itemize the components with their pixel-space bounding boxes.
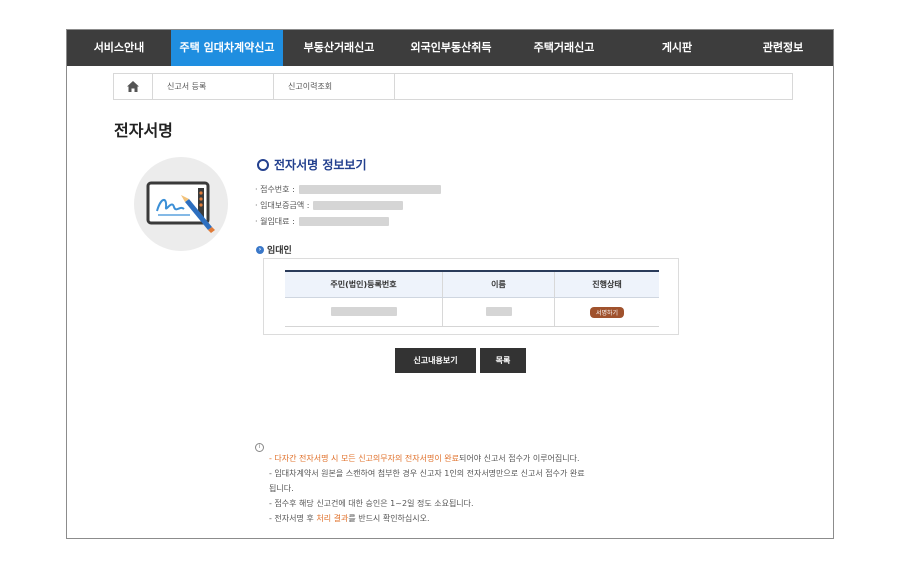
signature-illustration (134, 157, 228, 251)
lessor-table: 주민(법인)등록번호 이름 진행상태 서명하기 (285, 270, 659, 327)
redacted-value (298, 216, 389, 226)
page-title: 전자서명 (114, 121, 173, 140)
redacted-value (298, 184, 441, 194)
list-button[interactable]: 목록 (480, 348, 526, 373)
nav-item-board[interactable]: 게시판 (621, 30, 733, 66)
note-line-3: - 접수후 해당 신고건에 대한 승인은 1~2일 정도 소요됩니다. (269, 499, 474, 508)
note-line-4: - 전자서명 후 처리 결과를 반드시 확인하십시오. (269, 513, 430, 524)
redacted-value (330, 306, 397, 316)
page-frame: 서비스안내 주택 임대차계약신고 부동산거래신고 외국인부동산취득 주택거래신고… (66, 29, 834, 539)
lessor-table-box: 주민(법인)등록번호 이름 진행상태 서명하기 (263, 258, 679, 335)
note-text: - 전자서명 후 (269, 514, 317, 523)
table-row: 서명하기 (285, 297, 659, 327)
note-line-1: - 다자간 전자서명 시 모든 신고의무자의 전자서명이 완료되어야 신고서 접… (269, 453, 580, 464)
note-highlight: - 다자간 전자서명 시 모든 신고의무자의 전자서명이 완료 (269, 454, 459, 463)
main-navigation: 서비스안내 주택 임대차계약신고 부동산거래신고 외국인부동산취득 주택거래신고… (67, 30, 833, 66)
header-status: 진행상태 (554, 270, 659, 298)
home-button[interactable] (114, 74, 153, 99)
header-name: 이름 (442, 270, 555, 298)
nav-item-foreigner-acquisition[interactable]: 외국인부동산취득 (395, 30, 507, 66)
info-label: · 접수번호 : (255, 184, 295, 194)
redacted-value (485, 306, 512, 316)
tablet-signature-icon (146, 181, 215, 233)
info-label: · 임대보증금액 : (255, 200, 310, 210)
cell-status: 서명하기 (554, 297, 659, 327)
note-text: 되어야 신고서 접수가 이루어집니다. (458, 454, 580, 463)
cell-id-number (285, 297, 443, 327)
nav-item-service-guide[interactable]: 서비스안내 (67, 30, 171, 66)
lessor-label-text: 임대인 (267, 246, 292, 256)
section-title-text: 전자서명 정보보기 (274, 158, 367, 172)
ring-icon (257, 158, 269, 171)
note-line-2-cont: 됩니다. (269, 484, 294, 493)
info-icon: i (255, 443, 264, 452)
sub-navigation: 신고서 등록 신고이력조회 (113, 73, 793, 100)
tab-report-history[interactable]: 신고이력조회 (274, 74, 395, 99)
table-header-row: 주민(법인)등록번호 이름 진행상태 (285, 270, 659, 298)
action-buttons: 신고내용보기 목록 (395, 348, 526, 373)
note-line-2: - 임대차계약서 원본을 스캔하여 첨부한 경우 신고자 1인의 전자서명만으로… (269, 469, 585, 478)
info-row-receipt-no: · 접수번호 : (255, 181, 441, 197)
view-report-button[interactable]: 신고내용보기 (395, 348, 476, 373)
nav-item-housing-report[interactable]: 주택거래신고 (507, 30, 621, 66)
receipt-info: · 접수번호 : · 임대보증금액 : · 월임대료 : (255, 181, 441, 229)
nav-item-related-info[interactable]: 관련정보 (733, 30, 833, 66)
header-id-number: 주민(법인)등록번호 (285, 270, 443, 298)
nav-item-lease-report[interactable]: 주택 임대차계약신고 (171, 30, 283, 66)
bullet-icon: › (256, 245, 264, 254)
note-highlight: 처리 결과 (316, 514, 349, 523)
sign-button[interactable]: 서명하기 (589, 306, 625, 318)
info-label: · 월임대료 : (255, 216, 295, 226)
nav-item-real-estate-report[interactable]: 부동산거래신고 (283, 30, 395, 66)
note-text: 를 반드시 확인하십시오. (348, 514, 430, 523)
section-title: 전자서명 정보보기 (257, 156, 367, 173)
cell-name (442, 297, 555, 327)
info-row-monthly-rent: · 월임대료 : (255, 213, 441, 229)
tab-report-register[interactable]: 신고서 등록 (153, 74, 274, 99)
lessor-label: › 임대인 (256, 243, 292, 256)
home-icon (127, 81, 139, 92)
info-row-deposit: · 임대보증금액 : (255, 197, 441, 213)
redacted-value (313, 200, 404, 210)
